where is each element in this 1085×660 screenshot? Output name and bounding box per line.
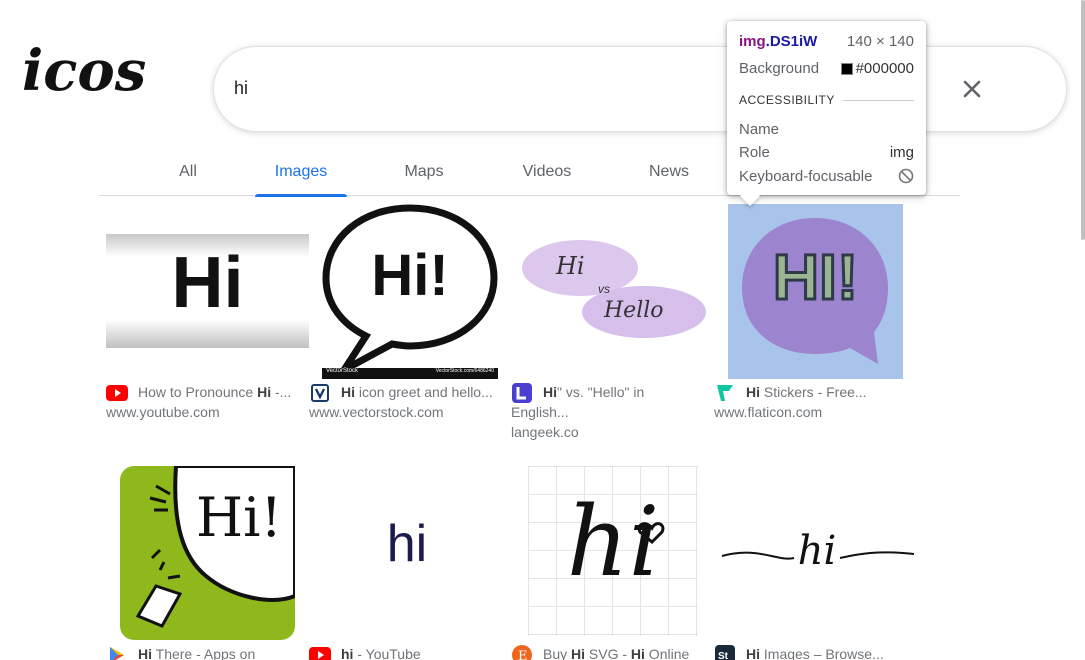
result-meta[interactable]: St Hi Images – Browse... xyxy=(714,644,914,660)
clear-search-button[interactable] xyxy=(952,69,992,109)
etsy-icon: E xyxy=(511,645,533,660)
result-host: www.youtube.com xyxy=(106,404,220,420)
result-image[interactable]: HI! xyxy=(728,204,903,379)
inspector-tooltip: img.DS1iW 140 × 140 Background #000000 A… xyxy=(727,21,926,195)
result-meta[interactable]: Hi icon greet and hello... www.vectorsto… xyxy=(309,382,509,442)
background-value: #000000 xyxy=(840,60,914,77)
watercolor-graphic xyxy=(522,240,706,338)
result-meta[interactable]: Hi" vs. "Hello" in English... langeek.co xyxy=(511,382,711,442)
logo-wordmark: icos xyxy=(22,38,146,104)
result-title: Hi There - Apps on xyxy=(138,646,256,660)
color-swatch-icon xyxy=(840,62,853,75)
tab-videos[interactable]: Videos xyxy=(509,148,585,196)
thumb-text: Hi! xyxy=(371,243,449,308)
page-scrollbar[interactable] xyxy=(1079,0,1085,660)
search-box xyxy=(213,46,1067,132)
tab-images[interactable]: Images xyxy=(255,148,347,197)
background-label: Background xyxy=(739,59,820,77)
name-label: Name xyxy=(739,120,780,138)
role-label: Role xyxy=(739,143,770,161)
result-image[interactable]: hi xyxy=(312,470,502,630)
result-title-line2: English... xyxy=(511,404,569,420)
result-host: langeek.co xyxy=(511,424,579,440)
vectorstock-icon xyxy=(309,384,331,402)
result-meta[interactable]: How to Pronounce Hi -... www.youtube.com xyxy=(106,382,306,442)
result-image[interactable]: Hi xyxy=(106,234,309,348)
shutterstock-icon: St xyxy=(714,645,736,660)
result-title: hi - YouTube xyxy=(341,646,421,660)
site-logo[interactable]: icos xyxy=(20,24,160,104)
tab-all[interactable]: All xyxy=(159,148,217,196)
accessibility-section-header: ACCESSIBILITY xyxy=(739,93,914,107)
result-title: Hi icon greet and hello... xyxy=(341,384,493,400)
thumb-text: hi xyxy=(386,515,428,573)
svg-text:E: E xyxy=(518,649,528,660)
result-meta[interactable]: Hi Stickers - Free... www.flaticon.com xyxy=(714,382,914,442)
result-title: How to Pronounce Hi -... xyxy=(138,384,292,400)
result-title: Hi Images – Browse... xyxy=(746,646,884,660)
thumb-text: HI! xyxy=(771,240,859,315)
close-icon xyxy=(963,80,981,98)
result-host: www.flaticon.com xyxy=(714,404,823,420)
result-meta[interactable]: E Buy Hi SVG - Hi Online xyxy=(511,644,711,660)
thumb-watermark: VectorStock.com/6486240 xyxy=(435,368,494,374)
heart-icon xyxy=(637,522,665,545)
flaticon-icon xyxy=(714,384,736,402)
thumb-text: Hi xyxy=(171,243,244,323)
result-meta[interactable]: Hi There - Apps on xyxy=(106,644,306,660)
thumb-text: Hello xyxy=(604,298,664,323)
result-title: Hi" vs. "Hello" in xyxy=(543,384,645,400)
thumb-watermark: VectorStock xyxy=(326,368,359,374)
tab-news[interactable]: News xyxy=(635,148,703,196)
thumb-text: hi xyxy=(797,528,837,574)
langeek-icon xyxy=(511,383,533,403)
scrollbar-thumb[interactable] xyxy=(1081,0,1085,240)
result-image[interactable]: Hi vs Hello xyxy=(518,226,708,350)
svg-text:St: St xyxy=(718,651,729,660)
not-focusable-icon xyxy=(898,168,914,184)
youtube-icon xyxy=(106,384,128,402)
search-input[interactable] xyxy=(234,78,734,99)
result-host: www.vectorstock.com xyxy=(309,404,444,420)
focusable-label: Keyboard-focusable xyxy=(739,167,873,185)
role-value: img xyxy=(889,143,914,161)
result-meta[interactable]: hi - YouTube xyxy=(309,644,509,660)
result-image[interactable]: Hi! xyxy=(120,466,295,640)
result-title: Hi Stickers - Free... xyxy=(746,384,867,400)
result-image[interactable]: Hi! VectorStock VectorStock.com/6486240 xyxy=(322,204,498,379)
tab-maps[interactable]: Maps xyxy=(389,148,459,196)
google-play-icon xyxy=(106,646,128,660)
result-image[interactable]: hi xyxy=(528,466,698,636)
result-title: Buy Hi SVG - Hi Online xyxy=(543,646,690,660)
element-dimensions: 140 × 140 xyxy=(846,32,914,50)
thumb-text: Hi! xyxy=(196,486,283,549)
thumb-text: Hi xyxy=(556,252,585,280)
youtube-icon xyxy=(309,646,331,660)
element-selector: img.DS1iW xyxy=(739,32,818,50)
thumb-text: vs xyxy=(598,282,610,296)
result-image[interactable]: hi xyxy=(718,492,916,622)
svg-text:icos: icos xyxy=(22,38,146,104)
